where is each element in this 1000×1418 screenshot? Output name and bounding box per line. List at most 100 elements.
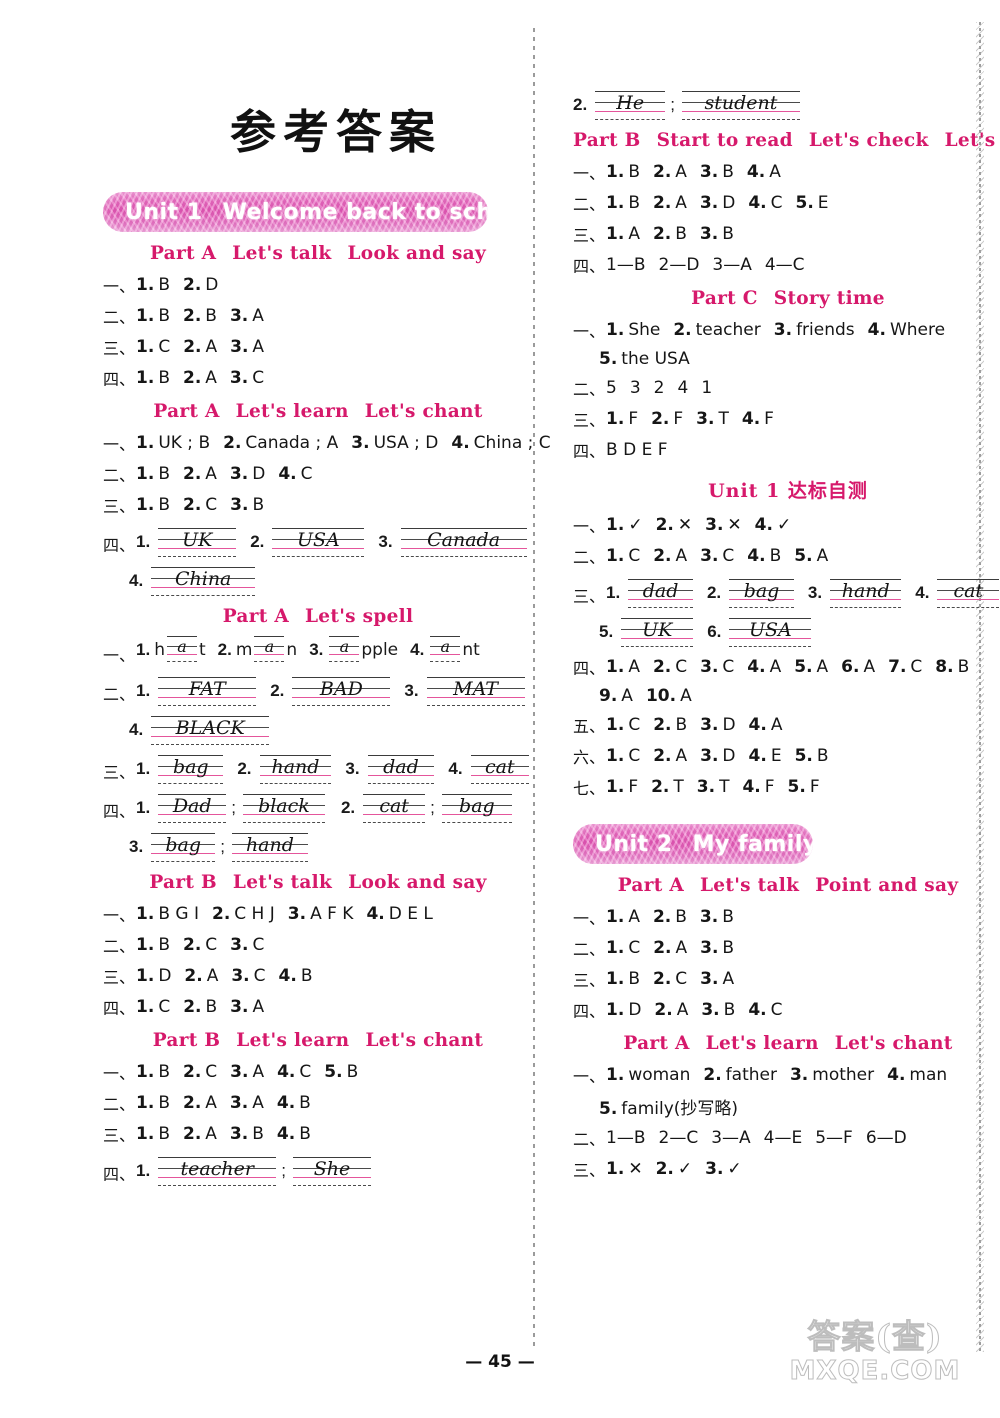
answer-item: 3. B [700, 907, 734, 927]
answer-value: family(抄写略) [621, 1099, 739, 1119]
answer-number: 5. [324, 1062, 343, 1082]
answer-value: B [158, 368, 170, 388]
section-marker-cn: 一、 [103, 906, 136, 925]
answer-value: A [252, 337, 265, 357]
answer-row: 二、 1. C 2. A 3. B [573, 936, 1000, 960]
writing-guide: a [254, 636, 285, 662]
answer-value: B [346, 1062, 359, 1082]
watermark-cn: 答案(查) [807, 1317, 943, 1356]
writing-guide: UK [621, 616, 694, 647]
handwritten-answer: USA [297, 529, 340, 551]
pair-separator: ; [220, 837, 225, 856]
answer-number: 2. [182, 368, 202, 388]
answer-item: 3. A [230, 997, 264, 1017]
answer-item: 2—C [658, 1128, 699, 1148]
answer-number: 4. [915, 583, 930, 602]
answer-value: Where [889, 320, 946, 340]
answer-value: She [628, 320, 661, 340]
answer-number: 1. [606, 938, 625, 958]
answer-item: 1. ✓ [606, 515, 643, 535]
answer-value: teacher [695, 320, 761, 340]
pair-separator: ; [670, 95, 675, 114]
answer-number: 2. [652, 162, 672, 182]
answer-item: 5. F [788, 777, 820, 797]
answer-item: 10. A [646, 686, 692, 706]
answer-value: B [722, 938, 735, 958]
answer-item: 4. F [742, 777, 774, 797]
answer-number: 1. [136, 368, 155, 388]
page-title: 参考答案 [230, 105, 442, 159]
answer-value: B [722, 162, 734, 182]
answer-number: 6. [841, 657, 860, 677]
answer-value: A [252, 1093, 264, 1113]
answer-number: 4. [366, 904, 385, 924]
answer-item: 2. A [653, 546, 687, 566]
answer-value: C [770, 1000, 783, 1020]
answer-number: 10. [645, 686, 677, 706]
answer-item: 3. B [701, 1000, 735, 1020]
answer-number: 3. [699, 224, 719, 244]
heading-part: Point and say [815, 875, 959, 896]
answer-value: F [764, 409, 774, 429]
answer-number: 3. [696, 409, 715, 429]
section-marker-cn: 一、 [103, 646, 136, 665]
answer-item: 1. C [606, 546, 640, 566]
answer-row: 一、 1. ✓ 2. ✕ 3. ✕ 4. ✓ [573, 513, 1000, 537]
answer-value: father [725, 1065, 777, 1085]
answer-value: B [205, 306, 217, 326]
answer-number: 1. [606, 546, 625, 566]
answer-item: 1. B [136, 464, 170, 484]
section-heading: Part A Let's learn Let's chant [573, 1033, 1000, 1054]
guide-line-l4 [367, 783, 435, 784]
answer-item: 1. A [606, 907, 640, 927]
section-marker-cn: 七、 [573, 779, 606, 798]
section-marker-cn: 一、 [573, 322, 606, 341]
right-column: 2. He; student Part B Start to read Let's che… [573, 80, 1000, 1188]
writing-guide: MAT [426, 675, 525, 706]
section-marker-cn: 一、 [103, 1064, 136, 1083]
answer-value: C [205, 935, 218, 955]
guide-line-l4 [231, 861, 308, 862]
answer-key-page: 参考答案 Unit 1Welcome back to school!Part A… [0, 0, 1000, 1418]
heading-part: Let's sing [944, 130, 1000, 151]
handwriting-answer-row: 4. China [103, 565, 533, 596]
answer-number: 3. [378, 532, 393, 551]
answer-value: F [628, 409, 639, 429]
answer-number: 3. [229, 1124, 249, 1144]
answer-row: 5. family(抄写略) [573, 1094, 1000, 1119]
answer-number: 1. [606, 1065, 625, 1085]
section-heading: Part A Let's learn Let's chant [103, 401, 533, 422]
answer-number: 2. [706, 583, 722, 602]
section-heading: Part A Let's talk Point and say [573, 875, 1000, 896]
answer-number: 2. [270, 681, 285, 700]
answer-item: 5. family(抄写略) [599, 1094, 738, 1119]
section-marker-cn: 一、 [573, 164, 606, 183]
answer-number: 2. [655, 1159, 674, 1179]
handwritten-answer: She [313, 1158, 351, 1180]
heading-part: Part B [152, 1030, 221, 1051]
answer-value: B [252, 495, 265, 515]
section-marker-cn: 二、 [573, 1130, 606, 1149]
answer-row: 一、 1. A 2. B 3. B [573, 905, 1000, 929]
answer-number: 3. [230, 337, 249, 357]
answer-number: 2. [182, 935, 202, 955]
spell-answer-row: 一、 1. h a t 2. m a n 3. a pple 4. a nt [103, 636, 533, 666]
answer-number: 1. [136, 640, 151, 659]
answer-number: 3. [230, 1062, 249, 1082]
answer-item: 1. B [136, 275, 170, 295]
answer-item: 3. A F K [288, 904, 354, 924]
answer-item: 1. F [606, 777, 638, 797]
answer-item: 4. B [277, 1093, 311, 1113]
answer-row: 一、 1. woman 2. father 3. mother 4. man [573, 1063, 1000, 1087]
answer-value: B [628, 969, 640, 989]
guide-line-l4 [292, 1185, 371, 1186]
page-number: — 45 — [465, 1352, 535, 1372]
answer-item: 2. teacher [673, 320, 760, 340]
section-marker-cn: 三、 [573, 971, 606, 990]
handwriting-pair-row: 四、 1. Dad; black 2. cat; bag [103, 792, 533, 823]
answer-number: 4. [448, 759, 463, 778]
writing-guide: cat [363, 792, 426, 823]
section-marker-cn: 三、 [573, 411, 606, 430]
section-marker-cn: 三、 [103, 497, 136, 516]
handwritten-answer: dad [383, 756, 419, 778]
